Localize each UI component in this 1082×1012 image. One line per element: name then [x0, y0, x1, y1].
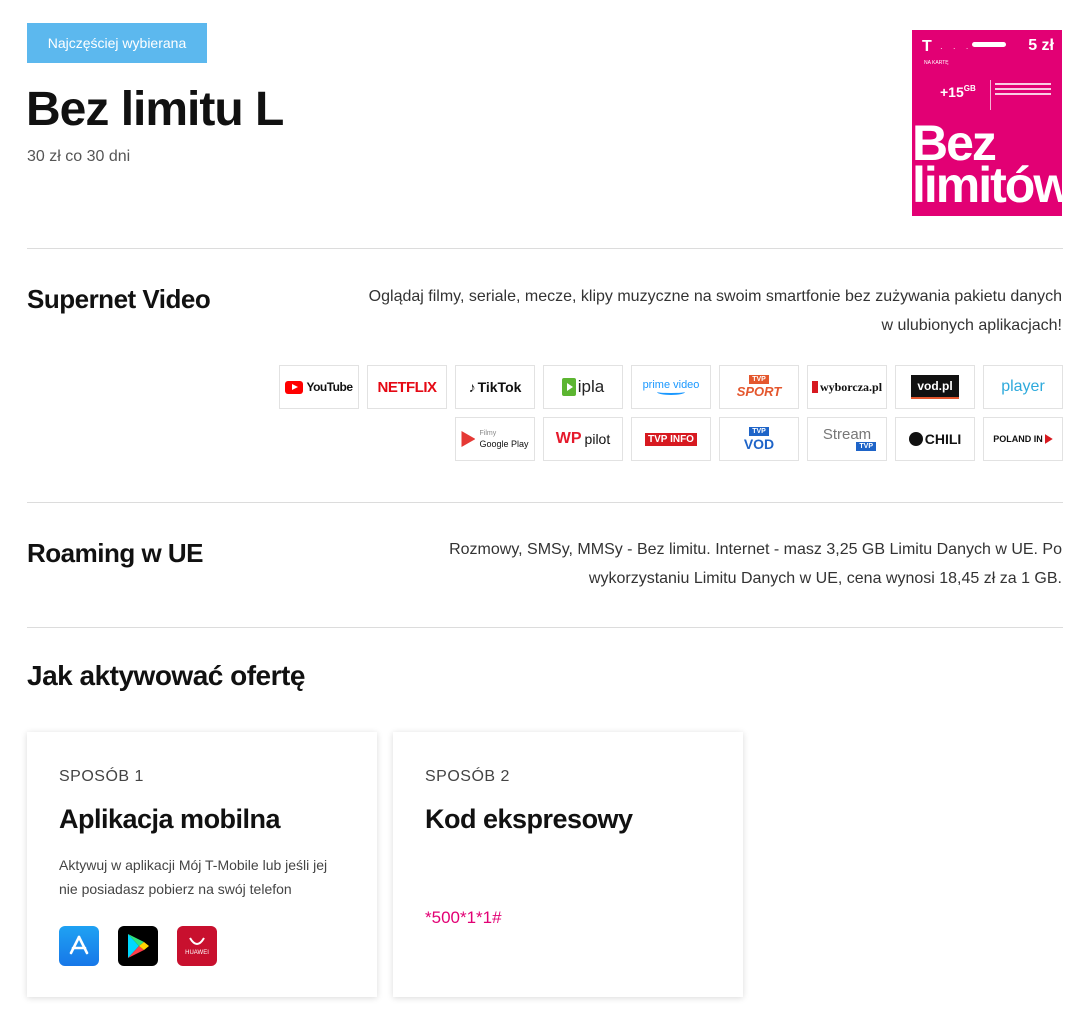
method-title: Kod ekspresowy: [425, 804, 633, 834]
tiktok-note-icon: ♪: [468, 379, 476, 395]
youtube-logo: YouTube: [279, 365, 359, 409]
prime-smile-icon: [657, 389, 685, 395]
player-logo: player: [983, 365, 1063, 409]
activation-heading: Jak aktywować ofertę: [27, 660, 305, 691]
vodpl-logo: vod.pl: [895, 365, 975, 409]
wyborcza-mark-icon: [811, 381, 818, 393]
activation-method-code-card: SPOSÓB 2 Kod ekspresowy *500*1*1#: [393, 732, 743, 997]
offer-title: Bez limitu L: [26, 83, 284, 136]
roaming-description: Rozmowy, SMSy, MMSy - Bez limitu. Intern…: [449, 541, 1062, 587]
method-label: SPOSÓB 2: [425, 768, 510, 785]
tmobile-dots-icon: · · ·: [940, 44, 973, 53]
method-description: Aktywuj w aplikacji Mój T-Mobile lub jeś…: [59, 857, 328, 897]
prime-video-logo: prime video: [631, 365, 711, 409]
tmobile-logo-icon: T: [922, 38, 932, 55]
wyborcza-logo: wyborcza.pl: [807, 365, 887, 409]
tvp-stream-logo: Stream TVP: [807, 417, 887, 461]
ipla-play-icon: [561, 378, 576, 396]
youtube-play-icon: [285, 380, 304, 394]
netflix-logo: NETFLIX: [367, 365, 447, 409]
divider: [27, 502, 1063, 503]
method-label: SPOSÓB 1: [59, 768, 144, 785]
method-title: Aplikacja mobilna: [59, 804, 281, 834]
tiktok-logo: ♪ TikTok: [455, 365, 535, 409]
google-play-movies-logo: Filmy Google Play: [455, 417, 535, 461]
huawei-appgallery-icon[interactable]: HUAWEI: [177, 926, 217, 966]
activation-method-app-card: SPOSÓB 1 Aplikacja mobilna Aktywuj w apl…: [27, 732, 377, 997]
roaming-heading: Roaming w UE: [27, 538, 204, 568]
poland-in-arrow-icon: [1044, 434, 1053, 444]
offer-price: 30 zł co 30 dni: [27, 148, 131, 165]
tvp-sport-logo: TVP SPORT: [719, 365, 799, 409]
tvp-stream-mark-icon: TVP: [856, 442, 876, 451]
play-movies-icon: [461, 431, 476, 447]
tvp-info-logo: TVP INFO: [631, 417, 711, 461]
app-store-icon[interactable]: [59, 926, 99, 966]
ipla-logo: ipla: [543, 365, 623, 409]
google-play-icon[interactable]: [118, 926, 158, 966]
chili-logo: CHILI: [895, 417, 975, 461]
divider: [27, 627, 1063, 628]
divider: [27, 248, 1063, 249]
card-big-text: Bez limitów: [912, 115, 1062, 213]
poland-in-logo: POLAND IN: [983, 417, 1063, 461]
wp-pilot-logo: WP pilot: [543, 417, 623, 461]
express-code[interactable]: *500*1*1#: [425, 908, 502, 928]
tvp-mark-icon: TVP: [749, 375, 769, 384]
card-strip-decoration: [972, 42, 1006, 47]
card-fineprint-decoration: [990, 80, 1056, 110]
card-price: 5 zł: [1028, 37, 1054, 54]
tvp-vod-logo: TVP VOD: [719, 417, 799, 461]
card-subtitle: NA KARTĘ: [924, 60, 949, 66]
supernet-description: Oglądaj filmy, seriale, mecze, klipy muz…: [368, 288, 1062, 334]
most-chosen-badge: Najczęściej wybierana: [27, 23, 207, 63]
card-bonus: +15GB: [940, 84, 976, 100]
supernet-heading: Supernet Video: [27, 284, 211, 314]
tvp-vod-mark-icon: TVP: [749, 426, 769, 436]
wp-mark-icon: WP: [555, 430, 582, 447]
chili-mark-icon: [908, 432, 923, 446]
starter-card-image: T · · · NA KARTĘ 5 zł +15GB Bez limitów: [912, 30, 1062, 216]
